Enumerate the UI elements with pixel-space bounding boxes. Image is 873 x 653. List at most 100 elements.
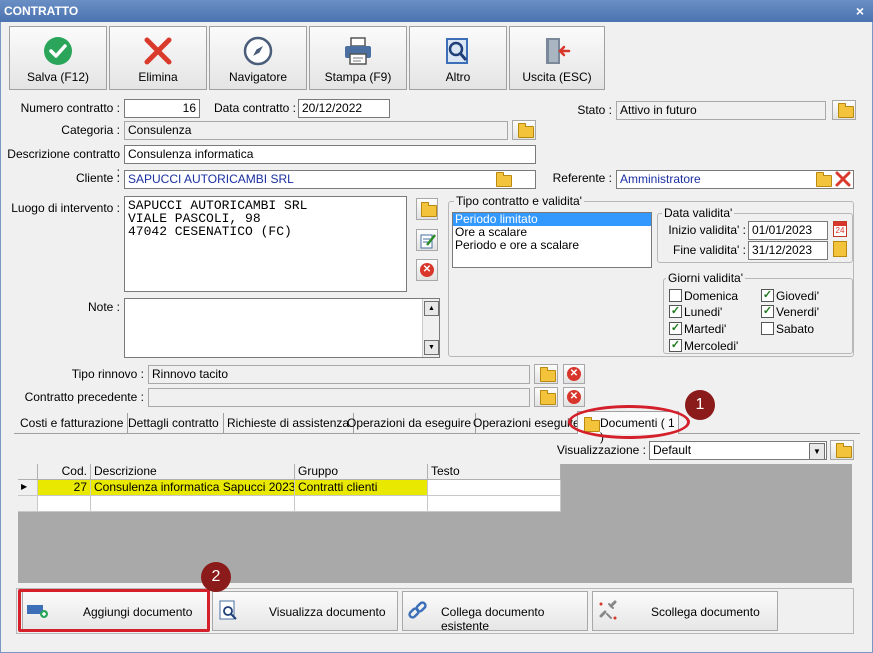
folder-icon [496, 172, 512, 187]
inizio-validita-label: Inizio validita' : [668, 223, 746, 237]
label-venerdi: Venerdi' [776, 305, 819, 319]
new-row-indicator [18, 496, 38, 512]
numero-contratto-field[interactable]: 16 [124, 99, 200, 118]
tab-costi-fatturazione[interactable]: Costi e fatturazione [16, 413, 129, 434]
link-chain-icon [408, 601, 427, 619]
table-cell-gruppo[interactable]: Contratti clienti [295, 480, 428, 496]
calendar-icon[interactable] [833, 241, 847, 257]
contratto-precedente-clear-button[interactable]: ✕ [563, 387, 585, 407]
edit-note-icon [420, 234, 436, 249]
chevron-down-icon[interactable]: ▼ [809, 443, 825, 459]
tipo-rinnovo-browse-button[interactable] [534, 364, 558, 384]
note-scrollbar[interactable]: ▲ ▼ [422, 299, 439, 357]
tab-operazioni-da-eseguire[interactable]: Operazioni da eseguire [343, 413, 477, 434]
red-x-icon [835, 171, 851, 187]
save-button[interactable]: Salva (F12) [9, 26, 107, 90]
cliente-field[interactable]: SAPUCCI AUTORICAMBI SRL [124, 170, 536, 189]
checkbox-domenica[interactable] [669, 289, 682, 302]
calendar-day: 24 [835, 226, 845, 235]
folder-icon [836, 443, 852, 458]
table-cell-cod[interactable]: 27 [38, 480, 91, 496]
label-lunedi: Lunedi' [684, 305, 723, 319]
scroll-down-icon[interactable]: ▼ [424, 340, 439, 355]
label-giovedi: Giovedi' [776, 289, 819, 303]
tab-dettagli-contratto[interactable]: Dettagli contratto [124, 413, 224, 434]
table-cell-testo[interactable] [428, 480, 561, 496]
new-row-cell[interactable] [38, 496, 91, 512]
descrizione-field[interactable]: Consulenza informatica [124, 145, 536, 164]
label-sabato: Sabato [776, 322, 815, 336]
checkbox-venerdi[interactable]: ✓ [761, 305, 774, 318]
row-indicator-icon: ▶ [18, 480, 38, 496]
print-button[interactable]: Stampa (F9) [309, 26, 407, 90]
tipo-rinnovo-label: Tipo rinnovo : [71, 367, 144, 381]
link-document-label: Collega documento esistente [441, 605, 545, 633]
annotation-marker-2: 2 [201, 562, 231, 592]
luogo-open-button[interactable] [416, 198, 438, 220]
compass-icon [243, 36, 273, 66]
luogo-edit-button[interactable] [416, 229, 438, 251]
checkbox-lunedi[interactable]: ✓ [669, 305, 682, 318]
data-contratto-field[interactable]: 20/12/2022 [298, 99, 390, 118]
checkbox-martedi[interactable]: ✓ [669, 322, 682, 335]
visualizzazione-browse-button[interactable] [830, 440, 854, 460]
window-close-button[interactable]: × [853, 0, 867, 22]
column-header-gruppo[interactable]: Gruppo [295, 464, 428, 480]
documenti-tab-highlight [568, 405, 690, 439]
new-row-cell[interactable] [91, 496, 295, 512]
note-textarea[interactable]: ▲ ▼ [124, 298, 440, 358]
checkbox-giovedi[interactable]: ✓ [761, 289, 774, 302]
unlink-document-button[interactable]: Scollega documento [592, 591, 778, 631]
data-contratto-label: Data contratto : [213, 101, 296, 115]
categoria-label: Categoria : [61, 123, 120, 137]
checkbox-sabato[interactable] [761, 322, 774, 335]
tipo-contratto-list[interactable]: Periodo limitato Ore a scalare Periodo e… [452, 212, 652, 268]
inizio-validita-field[interactable]: 01/01/2023 [748, 221, 828, 240]
luogo-textarea[interactable]: SAPUCCI AUTORICAMBI SRL VIALE PASCOLI, 9… [124, 196, 407, 292]
luogo-label: Luogo di intervento : [11, 201, 120, 215]
navigator-label: Navigatore [228, 70, 288, 84]
grid-corner [18, 464, 38, 480]
referente-browse-button[interactable] [814, 172, 832, 187]
exit-door-icon [546, 38, 571, 64]
view-document-button[interactable]: Visualizza documento [212, 591, 398, 631]
new-row-cell[interactable] [295, 496, 428, 512]
folder-icon [838, 103, 854, 118]
navigator-button[interactable]: Navigatore [209, 26, 307, 90]
table-cell-descrizione[interactable]: Consulenza informatica Sapucci 2023 [91, 480, 295, 496]
scroll-up-icon[interactable]: ▲ [424, 301, 439, 316]
view-document-label: Visualizza documento [269, 605, 386, 619]
tipo-rinnovo-clear-button[interactable]: ✕ [563, 364, 585, 384]
calendar-icon[interactable]: 24 [833, 221, 847, 237]
check-icon [44, 37, 72, 65]
fine-validita-field[interactable]: 31/12/2023 [748, 241, 828, 260]
referente-clear-button[interactable] [834, 170, 852, 188]
stato-field: Attivo in futuro [616, 101, 826, 120]
label-mercoledi: Mercoledi' [684, 339, 739, 353]
exit-button[interactable]: Uscita (ESC) [509, 26, 605, 90]
checkbox-mercoledi[interactable]: ✓ [669, 339, 682, 352]
delete-label: Elimina [138, 70, 178, 84]
contratto-precedente-browse-button[interactable] [534, 387, 558, 407]
column-header-cod[interactable]: Cod. [38, 464, 91, 480]
column-header-testo[interactable]: Testo [428, 464, 561, 480]
cliente-browse-button[interactable] [494, 172, 512, 187]
search-document-icon [446, 38, 468, 64]
note-label: Note : [87, 300, 120, 314]
new-row-cell[interactable] [428, 496, 561, 512]
contratto-precedente-label: Contratto precedente : [24, 390, 144, 404]
categoria-browse-button[interactable] [512, 120, 536, 140]
other-button[interactable]: Altro [409, 26, 507, 90]
visualizzazione-select[interactable]: Default ▼ [649, 441, 827, 460]
luogo-clear-button[interactable]: ✕ [416, 259, 438, 281]
stato-browse-button[interactable] [832, 100, 856, 120]
tab-richieste-assistenza[interactable]: Richieste di assistenza [223, 413, 355, 434]
tipo-option-periodo-e-ore[interactable]: Periodo e ore a scalare [453, 239, 651, 252]
link-document-button[interactable]: Collega documento esistente [402, 591, 588, 633]
label-martedi: Martedi' [684, 322, 727, 336]
annotation-marker-1: 1 [685, 390, 715, 420]
column-header-descrizione[interactable]: Descrizione [91, 464, 295, 480]
referente-label: Referente : [552, 171, 612, 185]
delete-button[interactable]: Elimina [109, 26, 207, 90]
tab-operazioni-eseguite[interactable]: Operazioni eseguite [469, 413, 584, 434]
